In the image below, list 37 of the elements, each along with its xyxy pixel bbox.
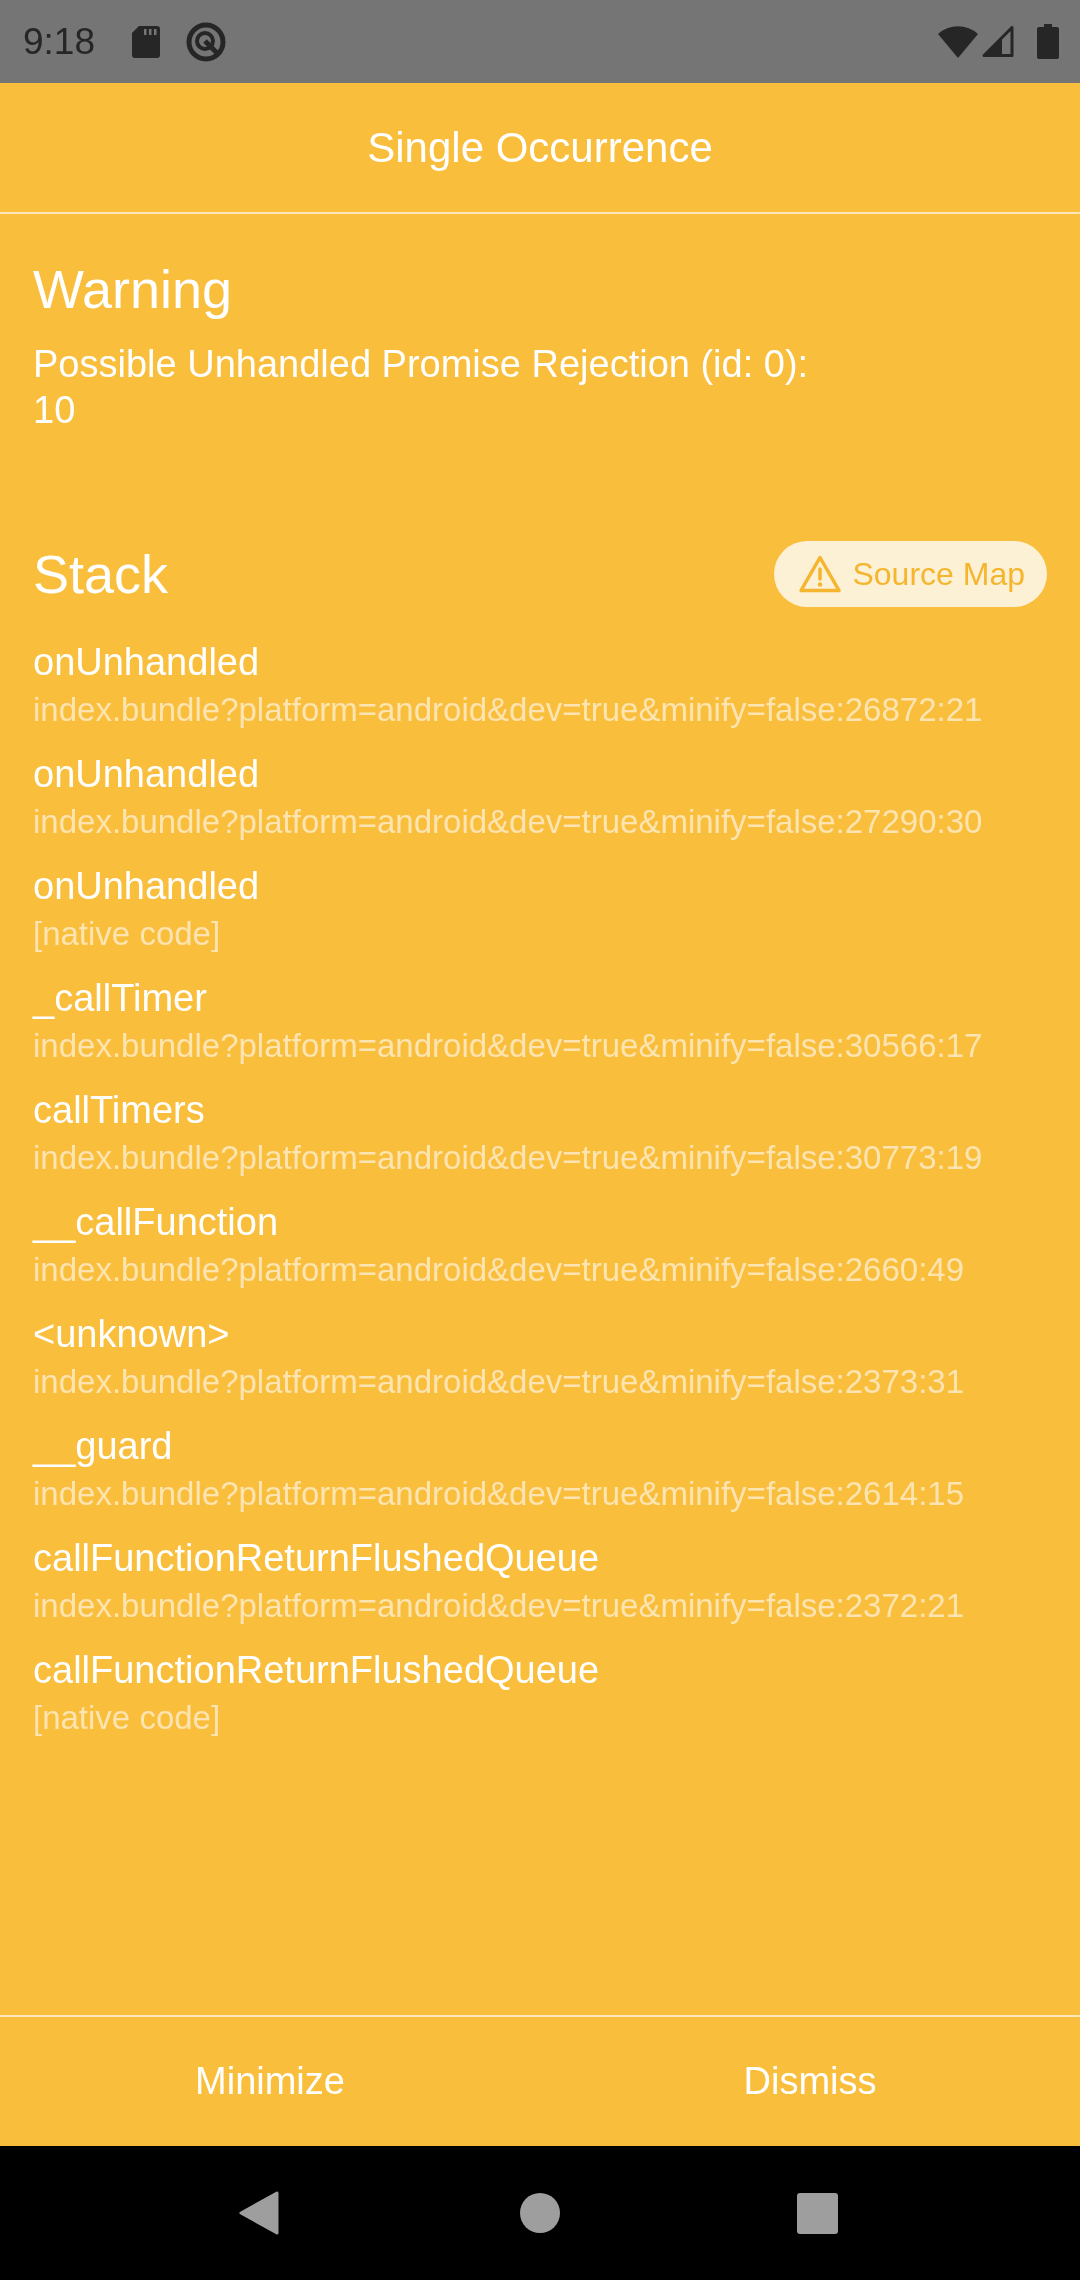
warning-message: Possible Unhandled Promise Rejection (id: 0): 10: [33, 342, 809, 433]
frame-location: index.bundle?platform=android&dev=true&minify=false:27290:30: [33, 802, 983, 842]
sd-card-icon: [132, 25, 160, 58]
frame-location: [native code]: [33, 1698, 221, 1738]
back-icon[interactable]: [239, 2191, 279, 2235]
footer-button[interactable]: Minimize: [0, 2017, 540, 2146]
signal-icon: [982, 26, 1014, 57]
frame-name: __guard: [33, 1424, 173, 1468]
frame-location: index.bundle?platform=android&dev=true&minify=false:2614:15: [33, 1474, 965, 1514]
frame-name: <unknown>: [33, 1312, 230, 1356]
frame-name: callFunctionReturnFlushedQueue: [33, 1536, 600, 1580]
frame-location: index.bundle?platform=android&dev=true&minify=false:30566:17: [33, 1026, 983, 1066]
frame-location: index.bundle?platform=android&dev=true&minify=false:2373:31: [33, 1362, 965, 1402]
warning-title: Warning: [33, 258, 233, 320]
home-icon[interactable]: [520, 2193, 560, 2233]
frame-name: _callTimer: [33, 976, 207, 1020]
warning-icon: [799, 555, 842, 593]
frame-name: onUnhandled: [33, 752, 260, 796]
frame-location: index.bundle?platform=android&dev=true&minify=false:30773:19: [33, 1138, 983, 1178]
wifi-icon: [938, 25, 978, 58]
stack-title: Stack: [33, 543, 169, 605]
header-title: Single Occurrence: [367, 122, 713, 173]
circled-q-icon: [186, 21, 226, 62]
source-map-button[interactable]: Source Map: [774, 541, 1047, 607]
status-time: 9:18: [23, 23, 95, 60]
frame-location: [native code]: [33, 914, 221, 954]
frame-name: __callFunction: [33, 1200, 279, 1244]
frame-name: onUnhandled: [33, 640, 260, 684]
frame-name: callFunctionReturnFlushedQueue: [33, 1648, 600, 1692]
frame-name: onUnhandled: [33, 864, 260, 908]
footer-button[interactable]: Dismiss: [540, 2017, 1080, 2146]
frame-location: index.bundle?platform=android&dev=true&minify=false:26872:21: [33, 690, 983, 730]
battery-icon: [1037, 24, 1059, 59]
frame-location: index.bundle?platform=android&dev=true&minify=false:2372:21: [33, 1586, 965, 1626]
frame-location: index.bundle?platform=android&dev=true&minify=false:2660:49: [33, 1250, 965, 1290]
recents-icon[interactable]: [797, 2192, 838, 2234]
frame-name: callTimers: [33, 1088, 205, 1132]
